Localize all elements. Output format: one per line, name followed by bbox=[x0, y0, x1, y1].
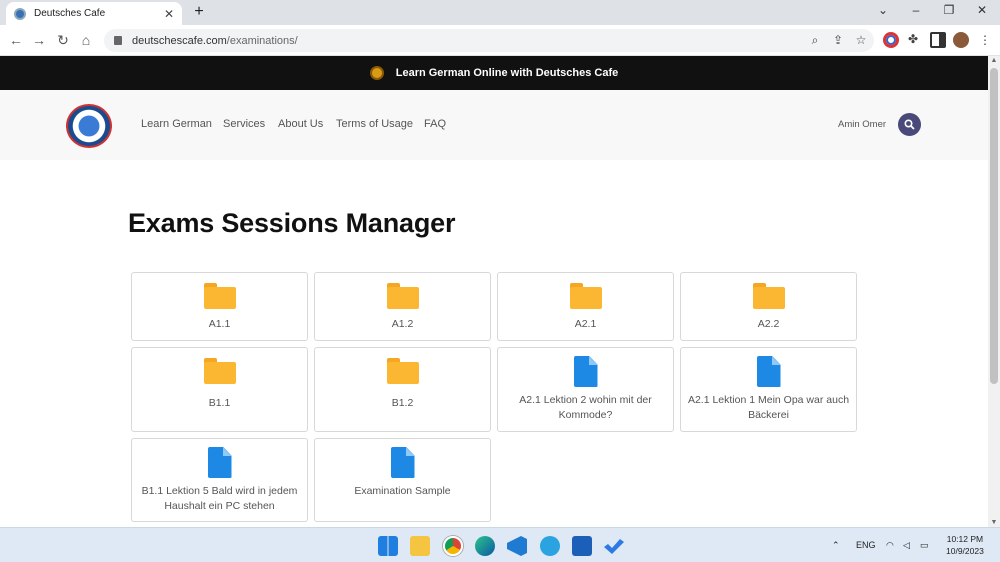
folder-icon bbox=[386, 283, 419, 309]
browser-tab-strip: Deutsches Cafe ✕ + ⌄ – ❐ ✕ bbox=[0, 0, 1000, 25]
wifi-icon[interactable]: ◠ bbox=[886, 540, 894, 551]
folder-label: A1.2 bbox=[391, 318, 414, 330]
folder-icon bbox=[203, 358, 236, 384]
nav-link-about-us[interactable]: About Us bbox=[278, 118, 323, 130]
bookmark-star-icon[interactable]: ☆ bbox=[854, 33, 868, 47]
menu-kebab-icon[interactable]: ⋮ bbox=[978, 33, 992, 47]
forward-arrow-icon[interactable]: → bbox=[31, 32, 47, 48]
restore-icon[interactable]: ❐ bbox=[940, 3, 958, 17]
share-icon[interactable]: ⇪ bbox=[831, 33, 845, 47]
system-clock[interactable]: 10:12 PM 10/9/2023 bbox=[946, 533, 984, 557]
folder-card-a2-2[interactable]: A2.2 bbox=[680, 272, 857, 341]
new-tab-button[interactable]: + bbox=[190, 3, 208, 21]
chrome-icon[interactable] bbox=[443, 536, 463, 556]
site-favicon-icon bbox=[14, 7, 26, 20]
nav-link-learn-german[interactable]: Learn German bbox=[141, 118, 212, 130]
search-button[interactable] bbox=[898, 113, 921, 136]
lock-icon bbox=[114, 36, 122, 45]
file-label: A2.1 Lektion 2 wohin mit der Kommode? bbox=[519, 394, 652, 421]
extension-color-icon[interactable] bbox=[883, 32, 899, 48]
folder-icon bbox=[569, 283, 602, 309]
language-indicator[interactable]: ENG bbox=[856, 540, 876, 550]
close-window-icon[interactable]: ✕ bbox=[973, 3, 991, 17]
folder-label: A1.1 bbox=[208, 318, 231, 330]
folder-card-b1-1[interactable]: B1.1 bbox=[131, 347, 308, 432]
microsoft-store-icon[interactable] bbox=[572, 536, 592, 556]
todo-check-icon[interactable] bbox=[604, 539, 624, 554]
promo-banner[interactable]: Learn German Online with Deutsches Cafe bbox=[0, 56, 988, 90]
volume-icon[interactable]: ◁ bbox=[903, 540, 910, 551]
clock-date: 10/9/2023 bbox=[946, 546, 984, 556]
vscode-icon[interactable] bbox=[507, 536, 527, 556]
document-icon bbox=[390, 447, 415, 478]
page-title: Exams Sessions Manager bbox=[128, 208, 456, 238]
folder-card-a1-2[interactable]: A1.2 bbox=[314, 272, 491, 341]
minimize-icon[interactable]: – bbox=[907, 3, 925, 17]
file-card-examination-sample[interactable]: Examination Sample bbox=[314, 438, 491, 522]
tray-chevron-up-icon[interactable]: ⌃ bbox=[832, 540, 840, 551]
folder-label: A2.2 bbox=[757, 318, 780, 330]
file-label: B1.1 Lektion 5 Bald wird in jedem Hausha… bbox=[141, 485, 298, 512]
folder-label: B1.1 bbox=[208, 397, 231, 409]
nav-link-terms[interactable]: Terms of Usage bbox=[336, 118, 413, 130]
file-label: A2.1 Lektion 1 Mein Opa war auch Bäckere… bbox=[687, 394, 850, 421]
site-logo[interactable] bbox=[66, 104, 112, 148]
folder-icon bbox=[203, 283, 236, 309]
side-panel-icon[interactable] bbox=[930, 32, 946, 48]
document-icon bbox=[756, 356, 781, 387]
clock-time: 10:12 PM bbox=[946, 534, 984, 544]
url-path: /examinations/ bbox=[226, 34, 298, 47]
folder-icon bbox=[752, 283, 785, 309]
telegram-icon[interactable] bbox=[540, 536, 560, 556]
browser-toolbar: ← → ↻ ⌂ deutschescafe.com/examinations/ … bbox=[0, 25, 1000, 56]
reload-icon[interactable]: ↻ bbox=[55, 32, 71, 48]
back-arrow-icon[interactable]: ← bbox=[8, 32, 24, 48]
folder-icon bbox=[386, 358, 419, 384]
zoom-icon[interactable]: ⌕ bbox=[808, 33, 822, 48]
file-explorer-icon[interactable] bbox=[410, 536, 430, 556]
battery-icon[interactable]: ▭ bbox=[920, 540, 929, 551]
file-card-b1-1-lektion-5[interactable]: B1.1 Lektion 5 Bald wird in jedem Hausha… bbox=[131, 438, 308, 522]
home-icon[interactable]: ⌂ bbox=[78, 32, 94, 48]
extensions-puzzle-icon[interactable]: ✤ bbox=[906, 32, 920, 46]
file-card-a2-1-lektion-2[interactable]: A2.1 Lektion 2 wohin mit der Kommode? bbox=[497, 347, 674, 432]
folder-card-b1-2[interactable]: B1.2 bbox=[314, 347, 491, 432]
page-scrollbar[interactable]: ▲ ▼ bbox=[988, 56, 1000, 527]
folder-label: A2.1 bbox=[574, 318, 597, 330]
scrollbar-thumb[interactable] bbox=[990, 68, 998, 384]
url-domain: deutschescafe.com bbox=[132, 34, 227, 47]
tab-search-chevron-icon[interactable]: ⌄ bbox=[874, 3, 892, 17]
browser-tab[interactable]: Deutsches Cafe ✕ bbox=[6, 2, 182, 25]
nav-link-services[interactable]: Services bbox=[223, 118, 265, 130]
windows-start-icon[interactable] bbox=[378, 536, 398, 556]
windows-taskbar: ⌃ ENG ◠ ◁ ▭ 10:12 PM 10/9/2023 bbox=[0, 527, 1000, 562]
scroll-up-icon[interactable]: ▲ bbox=[988, 57, 1000, 64]
tab-close-icon[interactable]: ✕ bbox=[164, 7, 174, 21]
profile-avatar[interactable] bbox=[953, 32, 969, 48]
folder-card-a2-1[interactable]: A2.1 bbox=[497, 272, 674, 341]
folder-card-a1-1[interactable]: A1.1 bbox=[131, 272, 308, 341]
search-icon bbox=[904, 119, 915, 130]
nav-link-faq[interactable]: FAQ bbox=[424, 118, 446, 130]
user-name[interactable]: Amin Omer bbox=[838, 119, 886, 130]
document-icon bbox=[573, 356, 598, 387]
folder-label: B1.2 bbox=[391, 397, 414, 409]
site-header: Learn German Services About Us Terms of … bbox=[0, 90, 988, 160]
banner-text: Learn German Online with Deutsches Cafe bbox=[395, 67, 619, 79]
scroll-down-icon[interactable]: ▼ bbox=[988, 519, 1000, 526]
tab-title: Deutsches Cafe bbox=[34, 8, 106, 19]
cafe-coin-icon bbox=[369, 66, 384, 80]
file-card-a2-1-lektion-1[interactable]: A2.1 Lektion 1 Mein Opa war auch Bäckere… bbox=[680, 347, 857, 432]
document-icon bbox=[207, 447, 232, 478]
file-label: Examination Sample bbox=[354, 485, 451, 497]
address-bar[interactable]: deutschescafe.com/examinations/ bbox=[104, 29, 874, 52]
edge-icon[interactable] bbox=[475, 536, 495, 556]
